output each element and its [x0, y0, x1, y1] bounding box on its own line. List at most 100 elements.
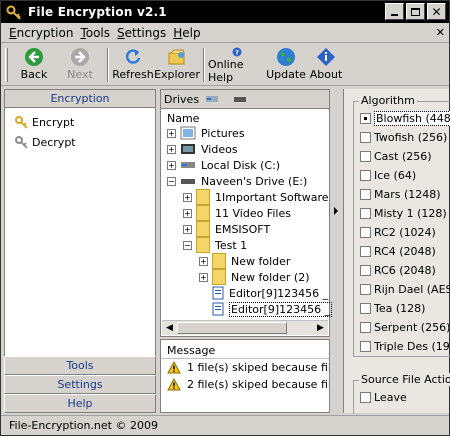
- tree-row[interactable]: + New folder: [199, 253, 290, 269]
- menu-settings-label: ettings: [124, 25, 167, 40]
- nav-item-decrypt[interactable]: Decrypt: [5, 132, 155, 152]
- update-button[interactable]: Update: [266, 44, 306, 84]
- tree-row[interactable]: Editor[9]123456 _: [212, 301, 333, 317]
- nav-help-button[interactable]: Help: [4, 394, 156, 413]
- minimize-button[interactable]: [385, 3, 404, 20]
- maximize-button[interactable]: [406, 3, 425, 20]
- menu-settings-accel: S: [117, 25, 125, 40]
- checkbox[interactable]: [360, 303, 371, 314]
- horizontal-scrollbar[interactable]: ◀ ▶: [162, 320, 328, 335]
- menu-settings[interactable]: Settings: [117, 26, 166, 40]
- refresh-button[interactable]: Refresh: [112, 44, 154, 84]
- folder-icon: [196, 205, 210, 221]
- checkbox[interactable]: [360, 189, 371, 200]
- tree-row[interactable]: +11 Video Files: [183, 205, 291, 221]
- toolbar-grip[interactable]: [5, 48, 8, 82]
- info-icon: [317, 48, 335, 66]
- expand-icon[interactable]: +: [183, 192, 192, 202]
- checkbox[interactable]: [360, 208, 371, 219]
- nav-tools-button[interactable]: Tools: [4, 356, 156, 375]
- tree-row[interactable]: + New folder (2): [199, 269, 310, 285]
- tree-row[interactable]: + Local Disk (C:): [167, 157, 280, 173]
- tree-row-label: Test 1: [215, 238, 248, 252]
- expand-icon[interactable]: +: [167, 128, 176, 138]
- checkbox[interactable]: [360, 265, 371, 276]
- algorithm-option-rc2[interactable]: RC2 (1024): [360, 224, 450, 241]
- collapse-arrow-icon[interactable]: [334, 207, 338, 215]
- globe-icon: [277, 48, 295, 66]
- algorithm-option-rijndael[interactable]: Rijn Dael (AES 256): [360, 281, 450, 298]
- tree-row[interactable]: +1Important Software: [183, 189, 329, 205]
- videos-icon: [181, 144, 195, 154]
- algorithm-option-mars[interactable]: Mars (1248): [360, 186, 450, 203]
- menu-tools[interactable]: Tools: [80, 26, 110, 40]
- option-label: Misty 1 (128): [374, 207, 447, 220]
- drive-icon[interactable]: [205, 94, 219, 104]
- checkbox[interactable]: [360, 341, 371, 352]
- checkbox[interactable]: [360, 170, 371, 181]
- tree-row[interactable]: + Videos: [167, 141, 238, 157]
- expand-icon[interactable]: +: [199, 256, 208, 266]
- scroll-thumb[interactable]: [177, 322, 287, 334]
- menu-encryption-accel: E: [9, 25, 17, 40]
- expand-icon[interactable]: +: [167, 144, 176, 154]
- checkbox[interactable]: [360, 284, 371, 295]
- checkbox[interactable]: [360, 322, 371, 333]
- algorithm-option-misty[interactable]: Misty 1 (128): [360, 205, 450, 222]
- algorithm-option-rc4[interactable]: RC4 (2048): [360, 243, 450, 260]
- algorithm-option-twofish[interactable]: Twofish (256): [360, 129, 450, 146]
- expand-icon[interactable]: +: [199, 272, 208, 282]
- drive-icon[interactable]: [233, 94, 247, 104]
- checkbox[interactable]: [360, 151, 371, 162]
- tree-row[interactable]: + EMSISOFT: [183, 221, 270, 237]
- option-label: RC4 (2048): [374, 245, 436, 258]
- algorithm-option-triple-des[interactable]: Triple Des (192): [360, 338, 450, 355]
- back-button[interactable]: Back: [12, 44, 56, 84]
- nav-header-encryption[interactable]: Encryption: [5, 90, 155, 108]
- tree-row[interactable]: Editor[9]123456 _: [212, 285, 328, 301]
- tree-row-label: Videos: [201, 142, 238, 156]
- menu-encryption[interactable]: Encryption: [9, 26, 73, 40]
- message-pane: Message 1 file(s) skiped because file(s)…: [160, 339, 330, 413]
- expand-icon[interactable]: +: [183, 208, 192, 218]
- algorithm-option-cast[interactable]: Cast (256): [360, 148, 450, 165]
- app-window: File Encryption v2.1 ✕ Encryption Tools …: [0, 0, 450, 436]
- menu-help[interactable]: Help: [173, 26, 200, 40]
- menu-encryption-label: ncryption: [16, 25, 74, 40]
- tree-row[interactable]: − Naveen's Drive (E:): [167, 173, 307, 189]
- checkbox[interactable]: [360, 113, 371, 124]
- tree-row[interactable]: − Test 1: [183, 237, 247, 253]
- expand-icon[interactable]: +: [167, 160, 176, 170]
- checkbox[interactable]: [360, 132, 371, 143]
- about-button[interactable]: About: [306, 44, 346, 84]
- scroll-right-icon[interactable]: ▶: [313, 321, 328, 335]
- online-help-button[interactable]: ? Online Help: [208, 44, 266, 84]
- menu-close-icon[interactable]: ✕: [436, 26, 445, 39]
- nav-item-encrypt[interactable]: Encrypt: [5, 112, 155, 132]
- explorer-button[interactable]: Explorer: [154, 44, 200, 84]
- nav-settings-button[interactable]: Settings: [4, 375, 156, 394]
- algorithm-option-serpent[interactable]: Serpent (256): [360, 319, 450, 336]
- name-column-header[interactable]: Name: [161, 112, 329, 126]
- pane-splitter[interactable]: [332, 89, 340, 413]
- expand-icon[interactable]: +: [183, 224, 192, 234]
- message-row[interactable]: 2 file(s) skiped because file(s): [161, 376, 329, 393]
- checkbox[interactable]: [360, 392, 371, 403]
- next-button[interactable]: Next: [56, 44, 104, 84]
- algorithm-option-ice[interactable]: Ice (64): [360, 167, 450, 184]
- scroll-left-icon[interactable]: ◀: [162, 321, 177, 335]
- message-row[interactable]: 1 file(s) skiped because file(s): [161, 359, 329, 376]
- message-header[interactable]: Message: [161, 340, 329, 359]
- algorithm-option-tea[interactable]: Tea (128): [360, 300, 450, 317]
- collapse-icon[interactable]: −: [183, 240, 192, 250]
- checkbox[interactable]: [360, 227, 371, 238]
- close-button[interactable]: ✕: [427, 3, 446, 20]
- algorithm-option-blowfish[interactable]: Blowfish (448): [360, 110, 450, 127]
- tree-row[interactable]: + Pictures: [167, 125, 245, 141]
- title-bar[interactable]: File Encryption v2.1 ✕: [1, 1, 449, 23]
- source-action-option-leave[interactable]: Leave: [360, 389, 450, 406]
- algorithm-option-rc6[interactable]: RC6 (2048): [360, 262, 450, 279]
- checkbox[interactable]: [360, 246, 371, 257]
- tree-row-label: Pictures: [201, 126, 245, 140]
- collapse-icon[interactable]: −: [167, 176, 176, 186]
